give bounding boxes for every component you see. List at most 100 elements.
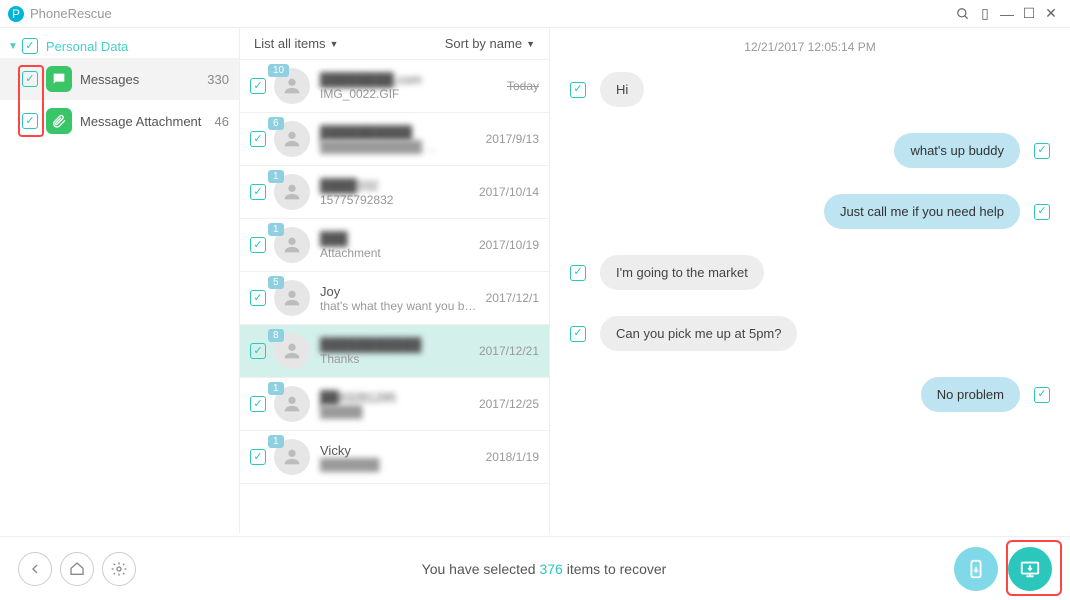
conversation-item[interactable]: 1███Attachment2017/10/19 [240,219,549,272]
conversation-header: List all items ▼ Sort by name ▼ [240,28,549,60]
sidebar-item-label: Message Attachment [80,114,201,129]
checkbox-conversation[interactable] [250,237,266,253]
unread-badge: 8 [268,329,284,342]
message-bubble: what's up buddy [894,133,1020,168]
conversation-preview: █████ [320,405,473,419]
maximize-icon[interactable]: ☐ [1018,3,1040,25]
message-row: Can you pick me up at 5pm? [570,316,1050,351]
message-bubble: I'm going to the market [600,255,764,290]
avatar: 1 [274,386,310,422]
message-row: Hi [570,72,1050,107]
conversation-item[interactable]: 5Joythat's what they want you back2017/1… [240,272,549,325]
checkbox-message[interactable] [1034,143,1050,159]
menu-icon[interactable]: ▯ [974,3,996,25]
checkbox-message-attachment[interactable] [22,113,38,129]
minimize-icon[interactable]: — [996,3,1018,25]
tree-root-personal-data[interactable]: ▼ Personal Data [0,34,239,58]
conversation-preview: 15775792832 [320,193,473,207]
checkbox-message[interactable] [570,326,586,342]
conversation-item[interactable]: 8 ███████████Thanks 2017/12/21 [240,325,549,378]
checkbox-personal-data[interactable] [22,38,38,54]
conversation-date: 2017/10/14 [479,185,539,199]
chat-message-list: Hi what's up buddy Just call me if you nee… [570,72,1050,438]
conversation-name: ██████████ [320,125,480,140]
message-bubble: No problem [921,377,1020,412]
conversation-name: ███ [320,231,473,246]
sidebar-item-count: 46 [215,114,229,129]
chevron-down-icon: ▼ [526,39,535,49]
checkbox-conversation[interactable] [250,449,266,465]
list-filter-dropdown[interactable]: List all items ▼ [254,36,338,51]
checkbox-conversation[interactable] [250,78,266,94]
conversation-item[interactable]: 1████332157757928322017/10/14 [240,166,549,219]
conversation-date: Today [507,79,539,93]
conversation-preview: IMG_0022.GIF [320,87,501,101]
conversation-preview: ███████ [320,458,480,472]
message-row: Just call me if you need help [570,194,1050,229]
sidebar-item-message-attachment[interactable]: Message Attachment 46 [0,100,239,142]
chat-timestamp: 12/21/2017 12:05:14 PM [570,40,1050,54]
conversation-preview: Thanks [320,352,473,366]
close-icon[interactable]: ✕ [1040,3,1062,25]
checkbox-message[interactable] [1034,204,1050,220]
titlebar: P PhoneRescue ▯ — ☐ ✕ [0,0,1070,28]
sidebar-item-messages[interactable]: Messages 330 [0,58,239,100]
conversation-list[interactable]: 10████████.comIMG_0022.GIFToday6████████… [240,60,549,533]
avatar: 8 [274,333,310,369]
settings-button[interactable] [102,552,136,586]
unread-badge: 1 [268,382,284,395]
conversation-item[interactable]: 1 Vicky███████ 2018/1/19 [240,431,549,484]
app-logo: P [8,6,24,22]
avatar: 1 [274,227,310,263]
unread-badge: 6 [268,117,284,130]
checkbox-conversation[interactable] [250,290,266,306]
conversation-date: 2018/1/19 [486,450,539,464]
conversation-date: 2017/12/21 [479,344,539,358]
status-text: You have selected 376 items to recover [144,561,944,577]
chevron-down-icon: ▼ [330,39,339,49]
sort-dropdown[interactable]: Sort by name ▼ [445,36,535,51]
recover-to-device-button[interactable] [954,547,998,591]
conversation-name: Vicky [320,443,480,458]
checkbox-conversation[interactable] [250,131,266,147]
avatar: 1 [274,174,310,210]
conversation-date: 2017/10/19 [479,238,539,252]
message-row: No problem [570,377,1050,412]
conversation-preview: that's what they want you back [320,299,480,313]
unread-badge: 10 [268,64,289,77]
sidebar-item-label: Messages [80,72,139,87]
conversation-date: 2017/12/25 [479,397,539,411]
attachment-app-icon [46,108,72,134]
home-button[interactable] [60,552,94,586]
avatar: 1 [274,439,310,475]
checkbox-message[interactable] [570,82,586,98]
sidebar: ▼ Personal Data Messages 330 Message Att… [0,28,240,533]
message-bubble: Just call me if you need help [824,194,1020,229]
checkbox-message[interactable] [1034,387,1050,403]
conversation-item[interactable]: 1██83281295█████2017/12/25 [240,378,549,431]
checkbox-conversation[interactable] [250,343,266,359]
recover-to-computer-button[interactable] [1008,547,1052,591]
conversation-date: 2017/9/13 [486,132,539,146]
message-bubble: Can you pick me up at 5pm? [600,316,797,351]
app-title: PhoneRescue [30,6,112,21]
checkbox-messages[interactable] [22,71,38,87]
conversation-item[interactable]: 10 ████████.comIMG_0022.GIF Today [240,60,549,113]
chat-panel: 12/21/2017 12:05:14 PM Hi what's up buddy… [550,28,1070,533]
checkbox-conversation[interactable] [250,396,266,412]
message-row: I'm going to the market [570,255,1050,290]
checkbox-conversation[interactable] [250,184,266,200]
chevron-down-icon: ▼ [8,41,18,52]
checkbox-message[interactable] [570,265,586,281]
conversation-item[interactable]: 6██████████████████████ …2017/9/13 [240,113,549,166]
avatar: 5 [274,280,310,316]
message-row: what's up buddy [570,133,1050,168]
unread-badge: 1 [268,223,284,236]
search-icon[interactable] [952,3,974,25]
tree-root-label: Personal Data [46,39,128,54]
message-bubble: Hi [600,72,644,107]
conversation-name: ████████.com [320,72,501,87]
back-button[interactable] [18,552,52,586]
conversation-name: ███████████ [320,337,473,352]
messages-app-icon [46,66,72,92]
